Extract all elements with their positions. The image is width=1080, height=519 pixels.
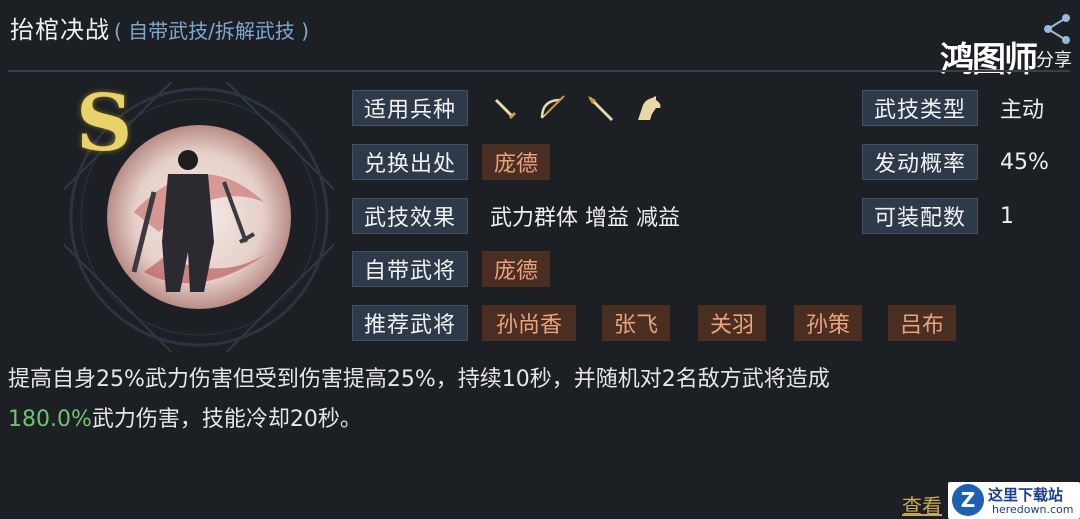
description-line-2: 180.0%武力伤害，技能冷却20秒。: [8, 400, 1068, 440]
own-general-label: 自带武将: [352, 251, 468, 287]
site-logo: Z 这里下载站 heredown.com: [948, 482, 1080, 519]
recommend-general-chip[interactable]: 吕布: [888, 305, 956, 341]
spear-icon: [588, 96, 614, 122]
damage-highlight: 180.0%: [8, 407, 92, 432]
recommend-general-chip[interactable]: 孙尚香: [482, 305, 576, 341]
effect-label: 武技效果: [352, 198, 468, 234]
skill-type-label: 武技类型: [862, 90, 978, 126]
skill-grade: S: [76, 78, 133, 169]
site-name-cn: 这里下载站: [988, 486, 1064, 504]
trigger-rate-label: 发动概率: [862, 144, 978, 180]
skill-title: 抬棺决战: [10, 16, 110, 44]
skill-description: 提高自身25%武力伤害但受到伤害提高25%，持续10秒，并随机对2名敌方武将造成…: [8, 360, 1068, 440]
description-line-2-rest: 武力伤害，技能冷却20秒。: [91, 407, 362, 432]
equip-slots-label: 可装配数: [862, 198, 978, 234]
header-divider: [8, 70, 1070, 72]
site-logo-icon: Z: [952, 484, 984, 516]
share-icon[interactable]: [1040, 12, 1074, 46]
equip-slots-value: 1: [1000, 203, 1014, 229]
recommend-general-chip[interactable]: 张飞: [602, 305, 670, 341]
skill-subtitle: ( 自带武技/拆解武技 ): [114, 19, 310, 43]
recommend-general-chip[interactable]: 关羽: [698, 305, 766, 341]
view-more-link[interactable]: 查看: [902, 490, 942, 519]
bow-icon: [540, 95, 565, 119]
troop-type-label: 适用兵种: [352, 90, 468, 126]
description-line-1: 提高自身25%武力伤害但受到伤害提高25%，持续10秒，并随机对2名敌方武将造成: [8, 367, 830, 392]
sword-icon: [494, 98, 517, 120]
title-row: 抬棺决战 ( 自带武技/拆解武技 ): [10, 10, 309, 46]
recommend-general-chip[interactable]: 孙策: [794, 305, 862, 341]
effect-value: 武力群体 增益 减益: [490, 206, 680, 231]
own-general-chip[interactable]: 庞德: [482, 251, 550, 287]
site-name-en: heredown.com: [992, 503, 1074, 516]
horse-icon: [638, 96, 661, 120]
skill-type-value: 主动: [1000, 98, 1045, 123]
watermark[interactable]: 鸿图师 分享: [940, 12, 1078, 92]
trigger-rate-value: 45%: [1000, 149, 1049, 175]
source-label: 兑换出处: [352, 144, 468, 180]
share-label[interactable]: 分享: [1036, 46, 1072, 72]
source-general-chip[interactable]: 庞德: [482, 144, 550, 180]
watermark-brand: 鸿图师: [940, 40, 1038, 80]
recommend-label: 推荐武将: [352, 305, 468, 341]
